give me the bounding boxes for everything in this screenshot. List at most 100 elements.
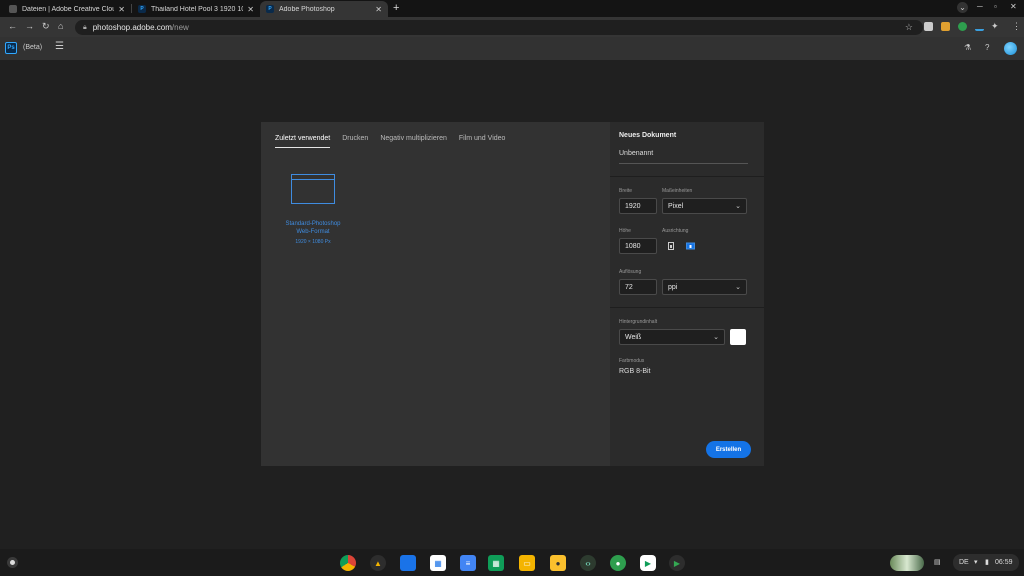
menu-kebab-icon[interactable]: ⋮ [1012, 21, 1021, 32]
tab-print[interactable]: Drucken [342, 135, 368, 148]
tab-recent[interactable]: Zuletzt verwendet [275, 135, 331, 148]
resolution-unit-select[interactable]: ppi ⌄ [662, 279, 747, 295]
tab-title: Dateien | Adobe Creative Cloud [22, 5, 115, 13]
extension-icon[interactable] [924, 22, 933, 31]
status-area[interactable]: DE ▾ ▮ 06:59 [953, 554, 1019, 571]
slides-icon[interactable]: ▭ [519, 555, 535, 571]
background-value: Weiß [625, 333, 642, 341]
language-indicator: DE [959, 559, 969, 566]
divider [610, 307, 764, 308]
photoshop-app-bar: Ps (Beta) ☰ ⚗ ? [0, 37, 1024, 60]
orientation-label: Ausrichtung [662, 228, 689, 234]
browser-toolbar: ← → ↻ ⌂ 🔒︎ photoshop.adobe.com/new ☆ ✦ ⋮ [0, 17, 1024, 37]
avatar[interactable] [1004, 42, 1017, 55]
url-path: /new [171, 23, 189, 32]
home-icon[interactable]: ⌂ [58, 21, 63, 31]
background-label: Hintergrundinhalt [619, 319, 658, 325]
help-icon[interactable]: ? [985, 43, 989, 52]
launcher-icon[interactable] [7, 557, 18, 568]
files-icon[interactable] [400, 555, 416, 571]
units-label: Maßeinheiten [662, 188, 693, 194]
evernote-extension-icon[interactable] [958, 22, 967, 31]
sheets-icon[interactable]: ▦ [488, 555, 504, 571]
close-icon[interactable]: ✕ [118, 5, 125, 14]
preset-web-standard[interactable]: Standard-Photoshop Web-Format 1920 × 108… [278, 174, 348, 245]
bookmark-star-icon[interactable]: ☆ [905, 22, 913, 33]
calendar-icon[interactable]: ▦ [430, 555, 446, 571]
close-window-icon[interactable]: ✕ [1010, 2, 1017, 11]
units-select[interactable]: Pixel ⌄ [662, 198, 747, 214]
browser-tab-bar: Dateien | Adobe Creative Cloud ✕ P Thail… [0, 0, 1024, 17]
address-bar[interactable]: 🔒︎ photoshop.adobe.com/new ☆ [75, 20, 923, 35]
meet-icon[interactable]: ▶ [640, 555, 656, 571]
tab-title: Adobe Photoshop [279, 5, 335, 13]
tab-multiply[interactable]: Negativ multiplizieren [380, 135, 447, 148]
photoshop-icon: P [138, 5, 146, 13]
back-icon[interactable]: ← [8, 21, 17, 31]
color-mode-label: Farbmodus [619, 358, 645, 364]
width-label: Breite [619, 188, 633, 194]
drive-extension-icon[interactable] [941, 22, 950, 31]
resolution-unit-value: ppi [668, 283, 678, 291]
os-shelf: ▲ ▦ ≡ ▦ ▭ ● ‹› ● ▶ ▶ ▤ DE ▾ ▮ 06:59 [0, 549, 1024, 576]
resolution-label: Auflösung [619, 269, 642, 275]
drive-icon[interactable]: ▲ [370, 555, 386, 571]
background-select[interactable]: Weiß ⌄ [619, 329, 725, 345]
width-field[interactable]: 1920 [619, 198, 657, 214]
tab-thailand-hotel[interactable]: P Thailand Hotel Pool 3 1920 108… ✕ [132, 1, 260, 17]
height-label: Höhe [619, 228, 631, 234]
new-tab-button[interactable]: + [393, 2, 399, 14]
tab-film-video[interactable]: Film und Video [459, 135, 506, 148]
tab-search-icon[interactable]: ⌄ [957, 2, 968, 13]
extension-icon[interactable] [975, 22, 984, 31]
wifi-icon: ▾ [974, 559, 978, 566]
color-mode-value[interactable]: RGB 8-Bit [619, 368, 651, 375]
close-icon[interactable]: ✕ [247, 5, 254, 14]
resolution-field[interactable]: 72 [619, 279, 657, 295]
terminal-icon[interactable]: ‹› [580, 555, 596, 571]
restore-icon[interactable]: ▫ [994, 2, 997, 11]
battery-icon: ▮ [985, 559, 989, 566]
preset-name: Standard-Photoshop Web-Format [285, 221, 341, 235]
preset-tabs: Zuletzt verwendet Drucken Negativ multip… [275, 135, 517, 148]
tab-title: Thailand Hotel Pool 3 1920 108… [151, 5, 244, 13]
beta-label: (Beta) [23, 44, 43, 51]
height-field[interactable]: 1080 [619, 238, 657, 254]
preset-size: 1920 × 1080 Px [295, 239, 331, 245]
chevron-down-icon: ⌄ [735, 203, 741, 210]
clock: 06:59 [995, 559, 1013, 566]
document-name-field[interactable]: Unbenannt [619, 150, 748, 164]
presets-pane: Zuletzt verwendet Drucken Negativ multip… [261, 122, 610, 466]
docs-icon[interactable]: ≡ [460, 555, 476, 571]
play-store-icon[interactable]: ▶ [669, 555, 685, 571]
close-icon[interactable]: ✕ [375, 5, 382, 14]
reload-icon[interactable]: ↻ [42, 21, 50, 32]
chrome-icon[interactable] [340, 555, 356, 571]
chevron-down-icon: ⌄ [735, 284, 741, 291]
lock-icon: 🔒︎ [83, 23, 87, 31]
evernote-icon[interactable]: ● [610, 555, 626, 571]
url-domain: photoshop.adobe.com [92, 23, 172, 32]
extensions-puzzle-icon[interactable]: ✦ [991, 21, 999, 32]
create-button[interactable]: Erstellen [706, 441, 751, 458]
tab-adobe-cc[interactable]: Dateien | Adobe Creative Cloud ✕ [3, 1, 131, 17]
photoshop-icon: P [266, 5, 274, 13]
flask-icon[interactable]: ⚗ [964, 43, 971, 52]
panel-title: Neues Dokument [619, 132, 677, 139]
minimize-icon[interactable]: ─ [977, 2, 983, 11]
holding-space-thumbnail[interactable] [890, 555, 924, 571]
units-value: Pixel [668, 202, 684, 210]
forward-icon[interactable]: → [25, 21, 34, 31]
background-color-swatch[interactable] [730, 329, 746, 345]
chevron-down-icon: ⌄ [713, 334, 719, 341]
photoshop-logo[interactable]: Ps [5, 42, 17, 54]
divider [610, 176, 764, 177]
landscape-orientation-icon[interactable] [686, 242, 695, 250]
clipboard-icon[interactable]: ▤ [934, 558, 941, 566]
cloud-icon [9, 5, 17, 13]
hamburger-menu-icon[interactable]: ☰ [55, 41, 64, 52]
document-preset-icon [291, 174, 335, 204]
portrait-orientation-icon[interactable] [667, 242, 675, 250]
tab-adobe-photoshop[interactable]: P Adobe Photoshop ✕ [260, 1, 388, 17]
keep-icon[interactable]: ● [550, 555, 566, 571]
